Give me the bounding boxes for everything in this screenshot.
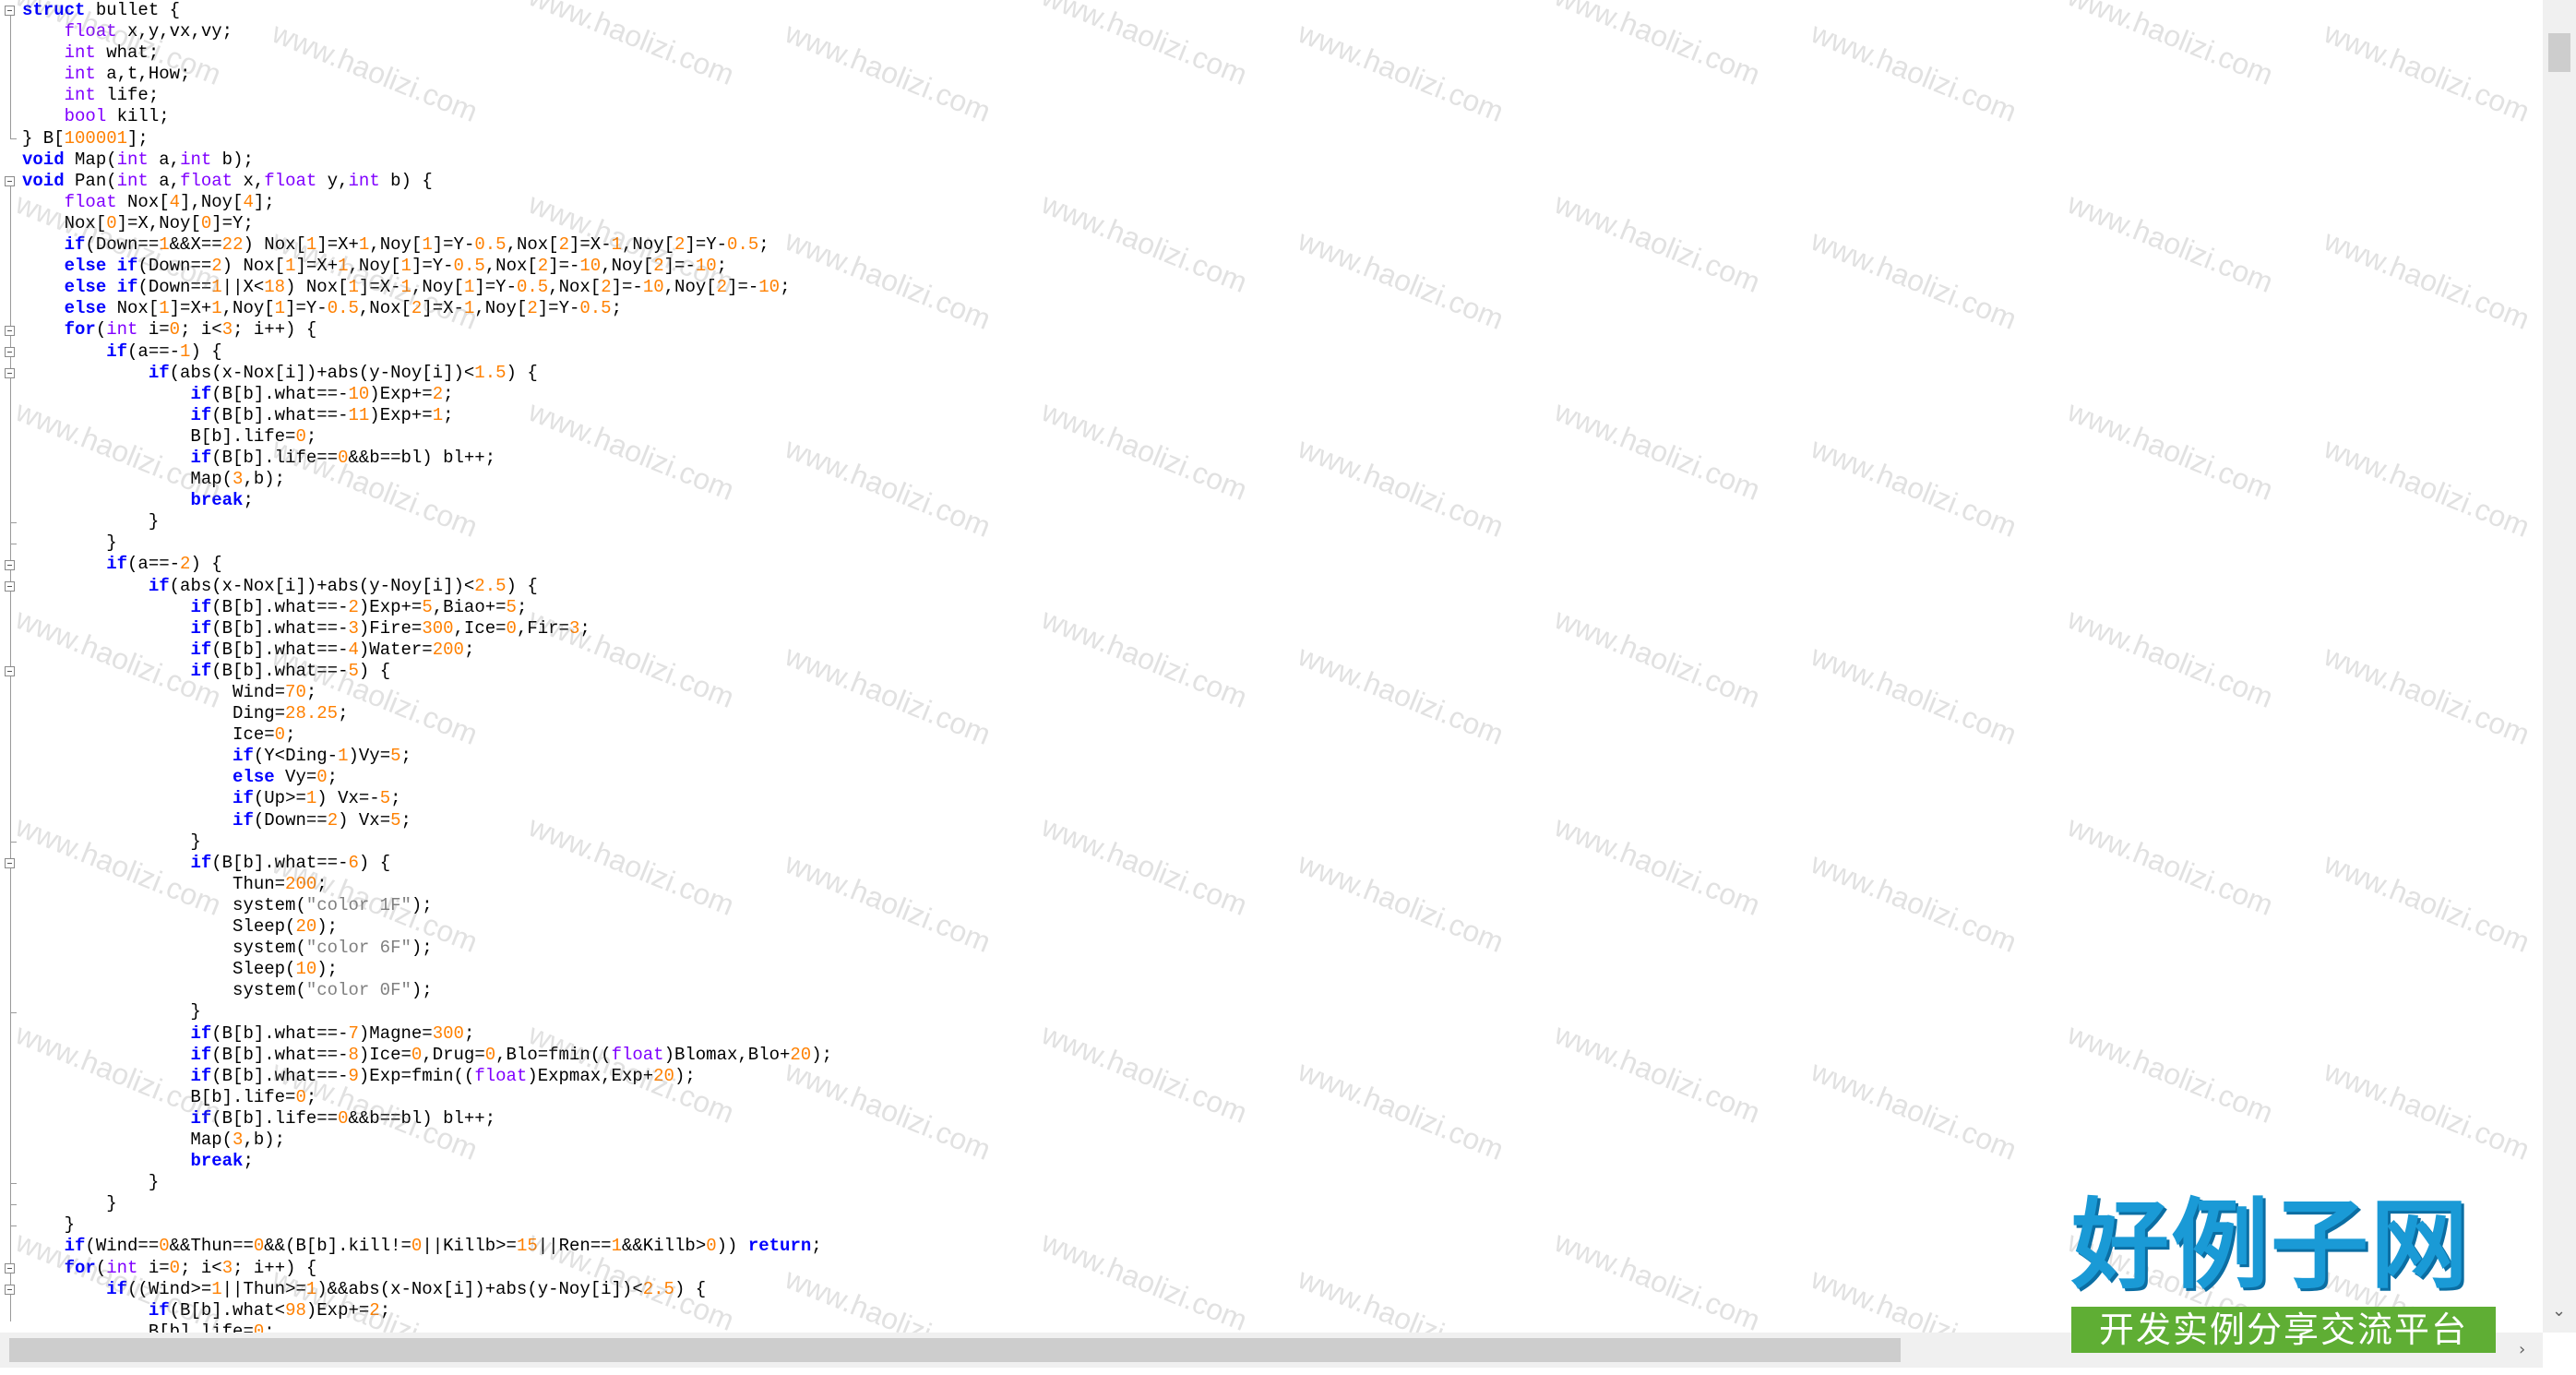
- fold-toggle-icon[interactable]: [5, 325, 15, 336]
- code-line[interactable]: if(B[b].life==0&&b==bl) bl++;: [22, 448, 2543, 469]
- fold-end-marker: [10, 1204, 17, 1206]
- code-line[interactable]: }: [22, 1001, 2543, 1022]
- fold-end-marker: [10, 521, 17, 523]
- code-line[interactable]: break;: [22, 1151, 2543, 1172]
- code-line[interactable]: system("color 0F");: [22, 980, 2543, 1001]
- fold-end-marker: [10, 842, 17, 843]
- scroll-right-arrow-icon[interactable]: ›: [2519, 1340, 2525, 1359]
- code-line[interactable]: Sleep(10);: [22, 959, 2543, 980]
- code-line[interactable]: if(Down==1&&X==22) Nox[1]=X+1,Noy[1]=Y-0…: [22, 234, 2543, 256]
- code-line[interactable]: if(B[b].what==-2)Exp+=5,Biao+=5;: [22, 597, 2543, 618]
- code-line[interactable]: else Nox[1]=X+1,Noy[1]=Y-0.5,Nox[2]=X-1,…: [22, 298, 2543, 319]
- code-line[interactable]: if(B[b].what==-7)Magne=300;: [22, 1023, 2543, 1045]
- code-area[interactable]: struct bullet { float x,y,vx,vy; int wha…: [22, 0, 2543, 1333]
- code-line[interactable]: Sleep(20);: [22, 916, 2543, 938]
- code-line[interactable]: system("color 1F");: [22, 895, 2543, 916]
- code-line[interactable]: int a,t,How;: [22, 64, 2543, 85]
- code-line[interactable]: if(a==-1) {: [22, 341, 2543, 363]
- site-logo: 好例子网 开发实例分享交流平台: [2071, 1190, 2496, 1357]
- fold-toggle-icon[interactable]: [5, 6, 15, 16]
- code-line[interactable]: }: [22, 511, 2543, 532]
- code-line[interactable]: struct bullet {: [22, 0, 2543, 21]
- code-line[interactable]: bool kill;: [22, 106, 2543, 127]
- fold-end-marker: [10, 1183, 17, 1185]
- code-line[interactable]: if(Up>=1) Vx=-5;: [22, 788, 2543, 809]
- code-line[interactable]: if(a==-2) {: [22, 554, 2543, 575]
- logo-title: 好例子网: [2071, 1189, 2470, 1302]
- code-line[interactable]: system("color 6F");: [22, 938, 2543, 959]
- fold-toggle-icon[interactable]: [5, 666, 15, 677]
- code-line[interactable]: Ice=0;: [22, 724, 2543, 746]
- code-line[interactable]: if(B[b].what==-8)Ice=0,Drug=0,Blo=fmin((…: [22, 1045, 2543, 1066]
- code-line[interactable]: if(abs(x-Nox[i])+abs(y-Noy[i])<2.5) {: [22, 576, 2543, 597]
- code-line[interactable]: Thun=200;: [22, 874, 2543, 895]
- code-line[interactable]: int life;: [22, 85, 2543, 106]
- code-line[interactable]: if(B[b].what==-10)Exp+=2;: [22, 384, 2543, 405]
- code-line[interactable]: if(abs(x-Nox[i])+abs(y-Noy[i])<1.5) {: [22, 363, 2543, 384]
- fold-toggle-icon[interactable]: [5, 175, 15, 186]
- code-line[interactable]: }: [22, 532, 2543, 554]
- code-line[interactable]: if(B[b].what==-9)Exp=fmin((float)Expmax,…: [22, 1066, 2543, 1087]
- code-line[interactable]: break;: [22, 490, 2543, 511]
- code-line[interactable]: void Pan(int a,float x,float y,int b) {: [22, 171, 2543, 192]
- code-line[interactable]: else Vy=0;: [22, 767, 2543, 788]
- code-line[interactable]: B[b].life=0;: [22, 1087, 2543, 1108]
- horizontal-scroll-thumb[interactable]: [9, 1338, 1901, 1362]
- code-line[interactable]: if(B[b].what==-5) {: [22, 661, 2543, 682]
- code-line[interactable]: if(B[b].what==-11)Exp+=1;: [22, 405, 2543, 426]
- code-line[interactable]: for(int i=0; i<3; i++) {: [22, 319, 2543, 341]
- fold-toggle-icon[interactable]: [5, 346, 15, 357]
- code-line[interactable]: } B[100001];: [22, 128, 2543, 149]
- code-line[interactable]: void Map(int a,int b);: [22, 149, 2543, 171]
- fold-toggle-icon[interactable]: [5, 367, 15, 378]
- vertical-scrollbar[interactable]: ⌄: [2543, 0, 2576, 1333]
- code-editor[interactable]: struct bullet { float x,y,vx,vy; int wha…: [0, 0, 2543, 1333]
- fold-toggle-icon[interactable]: [5, 1285, 15, 1295]
- code-line[interactable]: if(B[b].what==-4)Water=200;: [22, 640, 2543, 661]
- fold-toggle-icon[interactable]: [5, 559, 15, 570]
- scroll-down-arrow-icon[interactable]: ⌄: [2552, 1301, 2566, 1321]
- fold-guide-line: [10, 12, 11, 139]
- code-line[interactable]: else if(Down==1||X<18) Nox[1]=X-1,Noy[1]…: [22, 277, 2543, 298]
- code-line[interactable]: Map(3,b);: [22, 469, 2543, 490]
- code-line[interactable]: Nox[0]=X,Noy[0]=Y;: [22, 213, 2543, 234]
- fold-end-marker: [10, 1012, 17, 1014]
- fold-toggle-icon[interactable]: [5, 858, 15, 868]
- logo-subtitle: 开发实例分享交流平台: [2071, 1307, 2496, 1353]
- code-line[interactable]: if(B[b].life==0&&b==bl) bl++;: [22, 1108, 2543, 1130]
- code-line[interactable]: }: [22, 831, 2543, 853]
- code-line[interactable]: if(Y<Ding-1)Vy=5;: [22, 746, 2543, 767]
- code-line[interactable]: else if(Down==2) Nox[1]=X+1,Noy[1]=Y-0.5…: [22, 256, 2543, 277]
- fold-end-marker: [10, 138, 17, 140]
- fold-gutter: [0, 0, 22, 1333]
- code-line[interactable]: if(B[b].what==-6) {: [22, 853, 2543, 874]
- code-line[interactable]: Ding=28.25;: [22, 703, 2543, 724]
- code-line[interactable]: float Nox[4],Noy[4];: [22, 192, 2543, 213]
- fold-toggle-icon[interactable]: [5, 580, 15, 592]
- code-line[interactable]: Map(3,b);: [22, 1130, 2543, 1151]
- code-line[interactable]: float x,y,vx,vy;: [22, 21, 2543, 42]
- vertical-scroll-thumb[interactable]: [2548, 33, 2570, 72]
- fold-toggle-icon[interactable]: [5, 1262, 15, 1273]
- code-line[interactable]: if(Down==2) Vx=5;: [22, 810, 2543, 831]
- code-line[interactable]: Wind=70;: [22, 682, 2543, 703]
- code-line[interactable]: B[b].life=0;: [22, 426, 2543, 448]
- code-line[interactable]: if(B[b].what==-3)Fire=300,Ice=0,Fir=3;: [22, 618, 2543, 640]
- code-line[interactable]: int what;: [22, 42, 2543, 64]
